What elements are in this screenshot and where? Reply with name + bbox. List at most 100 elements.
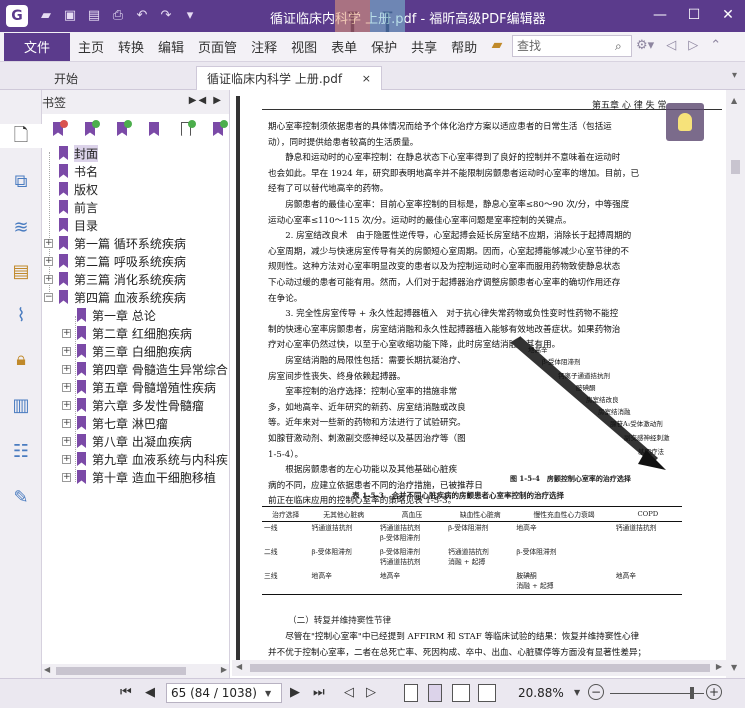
expand-icon[interactable]: + [62,400,71,410]
bookmark-item[interactable]: − 第四篇 血液系统疾病 [44,288,186,306]
folder-open-icon[interactable]: ▰ [38,8,54,24]
undo-icon[interactable]: ↶ [134,8,150,24]
pages-panel-icon[interactable]: ⧉ [9,170,33,194]
save-icon[interactable]: ▣ [62,8,78,24]
tips-lightbulb-icon[interactable] [666,103,704,141]
document-vertical-scrollbar[interactable]: ▲ ▼ [726,90,745,678]
doc-scroll-right-icon[interactable]: ▶ [716,662,722,671]
expand-icon[interactable]: + [44,274,53,284]
expand-icon[interactable]: + [44,256,53,266]
menu-item-9[interactable]: 帮助 [445,37,483,56]
bookmark-move-icon[interactable] [146,120,164,138]
menu-item-1[interactable]: 转换 [112,37,150,56]
bookmark-item[interactable]: + 第二章 红细胞疾病 [62,324,192,342]
tabs-scroll-icon[interactable]: ▾ [732,70,737,81]
zoom-level[interactable]: 20.88% [518,686,564,700]
tab-close-icon[interactable]: × [362,72,371,85]
security-lock-icon[interactable]: 🔒︎ [9,348,33,372]
last-page-icon[interactable]: ⏭ [313,685,325,700]
maximize-icon[interactable]: ☐ [677,0,711,32]
first-page-icon[interactable]: ⏮ [120,685,132,700]
search-field[interactable]: ⌕ [512,35,632,57]
menu-item-8[interactable]: 共享 [405,37,443,56]
bookmark-item[interactable]: + 第二篇 呼吸系统疾病 [44,252,186,270]
file-menu-button[interactable]: 文件 [4,32,70,61]
menu-item-2[interactable]: 编辑 [152,37,190,56]
bookmark-filter-icon[interactable] [210,120,228,138]
zoom-dropdown-icon[interactable]: ▼ [574,688,580,697]
prev-arrow-icon[interactable]: ◁ [666,38,676,53]
delete-bookmark-icon[interactable] [50,120,68,138]
previous-page-icon[interactable]: ◀ [145,685,155,700]
menu-item-4[interactable]: 注释 [245,37,283,56]
expand-icon[interactable]: + [44,238,53,248]
single-page-view-icon[interactable] [404,684,418,702]
doc-horizontal-scroll-thumb[interactable] [250,664,710,672]
bookmark-item[interactable]: + 第十章 造血干细胞移植 [62,468,216,486]
next-view-icon[interactable]: ▷ [366,685,376,700]
bookmark-horizontal-scrollbar[interactable]: ◀ ▶ [42,664,229,678]
bookmark-item[interactable]: + 第七章 淋巴瘤 [62,414,168,432]
expand-icon[interactable]: + [62,382,71,392]
page-number-input[interactable] [167,686,263,700]
form-fields-icon[interactable]: ☷ [9,440,33,464]
facing-view-icon[interactable] [452,684,470,702]
scroll-thumb[interactable] [56,667,186,675]
attachments-panel-icon[interactable]: ⌇ [9,304,33,328]
continuous-facing-view-icon[interactable] [478,684,496,702]
comments-panel-icon[interactable]: ▤ [9,260,33,284]
expand-icon[interactable]: + [62,436,71,446]
document-horizontal-scrollbar[interactable]: ◀ ▶ [232,660,726,676]
vertical-scroll-thumb[interactable] [731,160,740,174]
zoom-in-icon[interactable]: + [706,684,722,700]
expand-icon[interactable]: + [62,418,71,428]
layers-panel-icon[interactable]: ≋ [9,216,33,240]
menu-item-7[interactable]: 保护 [365,37,403,56]
menu-item-3[interactable]: 页面管 [192,37,243,56]
collapse-icon[interactable]: − [44,292,53,302]
save-as-icon[interactable]: ▤ [86,8,102,24]
customize-dropdown-icon[interactable]: ▾ [182,8,198,24]
zoom-slider-thumb[interactable] [690,687,694,699]
doc-scroll-left-icon[interactable]: ◀ [236,662,242,671]
signature-panel-icon[interactable]: ✎ [9,486,33,510]
bookmark-item[interactable]: + 第三篇 消化系统疾病 [44,270,186,288]
folder-search-icon[interactable]: ▰ [488,37,506,55]
bookmark-item[interactable]: + 第六章 多发性骨髓瘤 [62,396,204,414]
expand-icon[interactable]: + [62,364,71,374]
bookmark-item[interactable]: + 第一篇 循环系统疾病 [44,234,186,252]
search-input[interactable] [517,39,615,53]
scroll-right-icon[interactable]: ▶ [221,665,227,674]
bookmark-item[interactable]: + 第八章 出凝血疾病 [62,432,192,450]
next-page-icon[interactable]: ▶ [290,685,300,700]
bookmark-item[interactable]: + 第四章 骨髓造生异常综合 [62,360,228,378]
bookmark-document-icon[interactable] [178,120,196,138]
document-properties-icon[interactable]: ▥ [9,394,33,418]
menu-item-6[interactable]: 表单 [325,37,363,56]
settings-gear-icon[interactable]: ⚙▾ [636,38,654,53]
page-number-field[interactable]: ▼ [166,683,282,703]
bookmark-item[interactable]: 前言 [44,198,98,216]
bookmark-panel-icon[interactable]: 🗋 [0,124,42,148]
zoom-out-icon[interactable]: − [588,684,604,700]
add-bookmark-icon[interactable] [82,120,100,138]
close-icon[interactable]: ✕ [711,0,745,32]
bookmark-item[interactable]: 书名 [44,162,98,180]
pdf-page[interactable]: 第五章 心 律 失 常 期心室率控制须依据患者的具体情况而给予个体化治疗方案以适… [242,96,724,676]
bookmark-item[interactable]: + 第九章 血液系统与内科疾 [62,450,228,468]
scroll-left-icon[interactable]: ◀ [44,665,50,674]
bookmark-item[interactable]: 版权 [44,180,98,198]
print-icon[interactable]: ⎙ [110,8,126,24]
minimize-icon[interactable]: — [643,0,677,32]
bookmark-item[interactable]: 第一章 总论 [62,306,156,324]
bookmark-item[interactable]: + 第三章 白细胞疾病 [62,342,192,360]
bookmark-item[interactable]: 目录 [44,216,98,234]
tab-home[interactable]: 开始 [44,66,194,90]
tab-document[interactable]: 循证临床内科学 上册.pdf × [196,66,382,90]
expand-icon[interactable]: + [62,454,71,464]
bookmark-item[interactable]: 封面 [44,144,99,162]
ribbon-expand-icon[interactable]: ⌃ [710,38,721,53]
search-icon[interactable]: ⌕ [615,39,622,54]
previous-view-icon[interactable]: ◁ [344,685,354,700]
add-child-bookmark-icon[interactable] [114,120,132,138]
